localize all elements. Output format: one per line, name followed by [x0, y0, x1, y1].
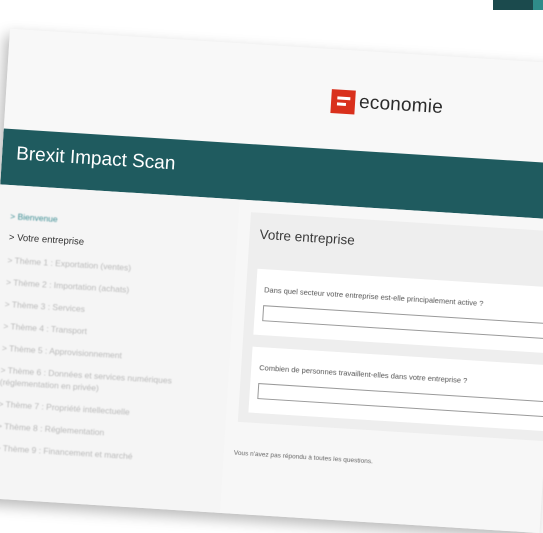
sector-input[interactable]	[262, 305, 543, 341]
validation-message: Vous n'avez pas répondu à toutes les que…	[233, 449, 374, 466]
question-panel: Votre entreprise Dans quel secteur votre…	[237, 212, 543, 442]
section-title: Votre entreprise	[259, 226, 356, 248]
page-title: Brexit Impact Scan	[15, 143, 176, 175]
employees-input[interactable]	[257, 383, 543, 418]
question-employees: Combien de personnes travaillent-elles d…	[248, 346, 543, 433]
economie-logo-icon	[330, 89, 356, 115]
economie-logo[interactable]: economie	[330, 89, 444, 120]
question-label: Dans quel secteur votre entreprise est-e…	[263, 285, 484, 309]
question-label: Combien de personnes travaillent-elles d…	[258, 363, 468, 386]
sidebar-nav: > Bienvenue > Votre entreprise > Thème 1…	[0, 184, 240, 533]
main-content: Votre entreprise Dans quel secteur votre…	[219, 199, 543, 533]
page-card: economie Brexit Impact Scan > Bienvenue …	[0, 28, 543, 533]
corner-brand-mark	[493, 0, 543, 10]
logo-text: economie	[358, 91, 444, 119]
question-sector: Dans quel secteur votre entreprise est-e…	[253, 268, 543, 355]
screenshot-stage: economie Brexit Impact Scan > Bienvenue …	[0, 0, 543, 533]
